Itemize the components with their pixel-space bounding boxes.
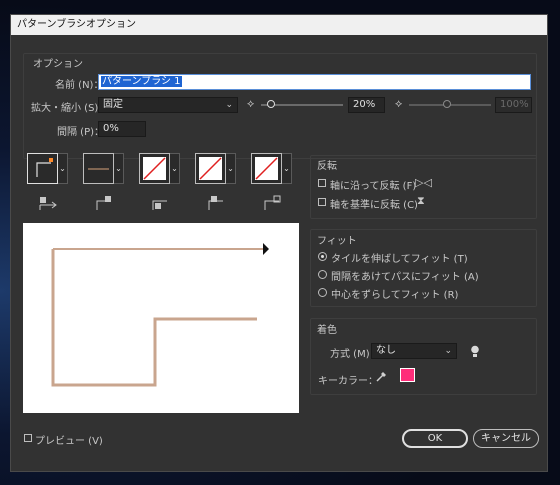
scale-min-value: 20%	[353, 99, 376, 110]
name-input[interactable]: パターンブラシ 1	[98, 74, 531, 90]
tile-side-icon	[36, 158, 53, 177]
name-input-value: パターンブラシ 1	[101, 76, 182, 87]
tile-outer-corner-icon	[88, 168, 109, 170]
spacing-input[interactable]: 0%	[98, 121, 146, 137]
tile-inner-corner-icon	[152, 200, 167, 210]
tile-side-selector[interactable]	[27, 153, 58, 184]
tile-side-preview	[31, 157, 54, 180]
scale-min-input[interactable]: 20%	[348, 97, 385, 113]
tile-outer-corner-dropdown[interactable]: ⌄	[114, 153, 124, 184]
scale-mode-value: 固定	[103, 99, 123, 110]
preview-canvas	[23, 223, 299, 413]
tile-outer-corner-icon	[96, 196, 111, 210]
flip-along-label[interactable]: 軸に沿って反転 (F)	[330, 177, 416, 192]
colorize-method-value: なし	[376, 345, 396, 356]
scale-label: 拡大・縮小 (S)：	[31, 103, 109, 114]
scale-max-slider	[409, 100, 491, 108]
key-color-swatch[interactable]	[400, 368, 415, 382]
colorize-method-select[interactable]: なし ⌄	[371, 343, 457, 359]
flip-along-icon: ▷◁	[415, 176, 432, 189]
tile-none-icon-3	[255, 157, 278, 180]
tile-inner-corner-preview	[143, 157, 166, 180]
tile-outer-corner-preview	[87, 157, 110, 180]
tile-start-icon	[208, 196, 223, 210]
fit-stretch-label[interactable]: タイルを伸ばしてフィット (T)	[331, 250, 468, 265]
colorize-section-label: 着色	[317, 325, 337, 336]
chevron-down-icon: ⌄	[225, 100, 233, 110]
chevron-down-icon: ⌄	[444, 346, 452, 356]
fit-stretch-radio[interactable]	[318, 252, 327, 261]
tile-inner-corner-dropdown[interactable]: ⌄	[170, 153, 180, 184]
flip-across-icon: ⧗	[417, 194, 425, 207]
tile-end-selector[interactable]	[251, 153, 282, 184]
tile-end-dropdown[interactable]: ⌄	[282, 153, 292, 184]
preview-label[interactable]: プレビュー (V)	[35, 432, 103, 447]
tile-start-selector[interactable]	[195, 153, 226, 184]
scale-max-input: 100%	[495, 97, 532, 113]
eyedropper-icon[interactable]	[375, 370, 387, 383]
tile-end-preview	[255, 157, 278, 180]
fit-add-space-radio[interactable]	[318, 270, 327, 279]
pattern-preview	[51, 243, 269, 387]
preview-checkbox[interactable]	[24, 434, 32, 442]
options-section-label: オプション	[33, 59, 83, 70]
tile-outer-corner-selector[interactable]	[83, 153, 114, 184]
scale-min-slider-handle[interactable]	[267, 100, 275, 108]
flip-section-label: 反転	[317, 161, 337, 172]
tile-end-icon	[264, 195, 281, 210]
fit-add-space-label[interactable]: 間隔をあけてパスにフィット (A)	[331, 268, 479, 283]
fit-approximate-radio[interactable]	[318, 288, 327, 297]
fit-section-label: フィット	[317, 236, 357, 247]
tile-side-icon	[39, 197, 57, 210]
fit-approximate-label[interactable]: 中心をずらしてフィット (R)	[331, 286, 458, 301]
flip-along-checkbox[interactable]	[318, 179, 326, 187]
tile-inner-corner-selector[interactable]	[139, 153, 170, 184]
scale-min-slider[interactable]	[261, 100, 343, 108]
lightbulb-icon[interactable]	[470, 345, 480, 358]
key-color-label: キーカラー：	[318, 376, 378, 387]
scale-max-value: 100%	[500, 99, 529, 110]
name-label: 名前 (N)：	[55, 80, 104, 91]
flip-across-label[interactable]: 軸を基準に反転 (C)	[330, 196, 418, 211]
scale-max-slider-handle	[443, 100, 451, 108]
tile-start-preview	[199, 157, 222, 180]
window-title: パターンブラシオプション	[11, 15, 547, 35]
pattern-brush-options-dialog: パターンブラシオプション オプション 名前 (N)： パターンブラシ 1 拡大・…	[10, 14, 548, 472]
tile-none-icon	[143, 157, 166, 180]
cancel-button[interactable]: キャンセル	[473, 429, 539, 448]
tile-none-icon-2	[199, 157, 222, 180]
tile-side-dropdown[interactable]: ⌄	[58, 153, 68, 184]
spacing-label: 間隔 (P)：	[57, 127, 105, 138]
tile-start-dropdown[interactable]: ⌄	[226, 153, 236, 184]
pressure-pen-icon-2: ⟡	[395, 97, 403, 110]
flip-across-checkbox[interactable]	[318, 198, 326, 206]
ok-button[interactable]: OK	[402, 429, 468, 448]
scale-mode-select[interactable]: 固定 ⌄	[98, 97, 238, 113]
spacing-value: 0%	[103, 123, 119, 134]
pressure-pen-icon: ⟡	[247, 97, 255, 110]
